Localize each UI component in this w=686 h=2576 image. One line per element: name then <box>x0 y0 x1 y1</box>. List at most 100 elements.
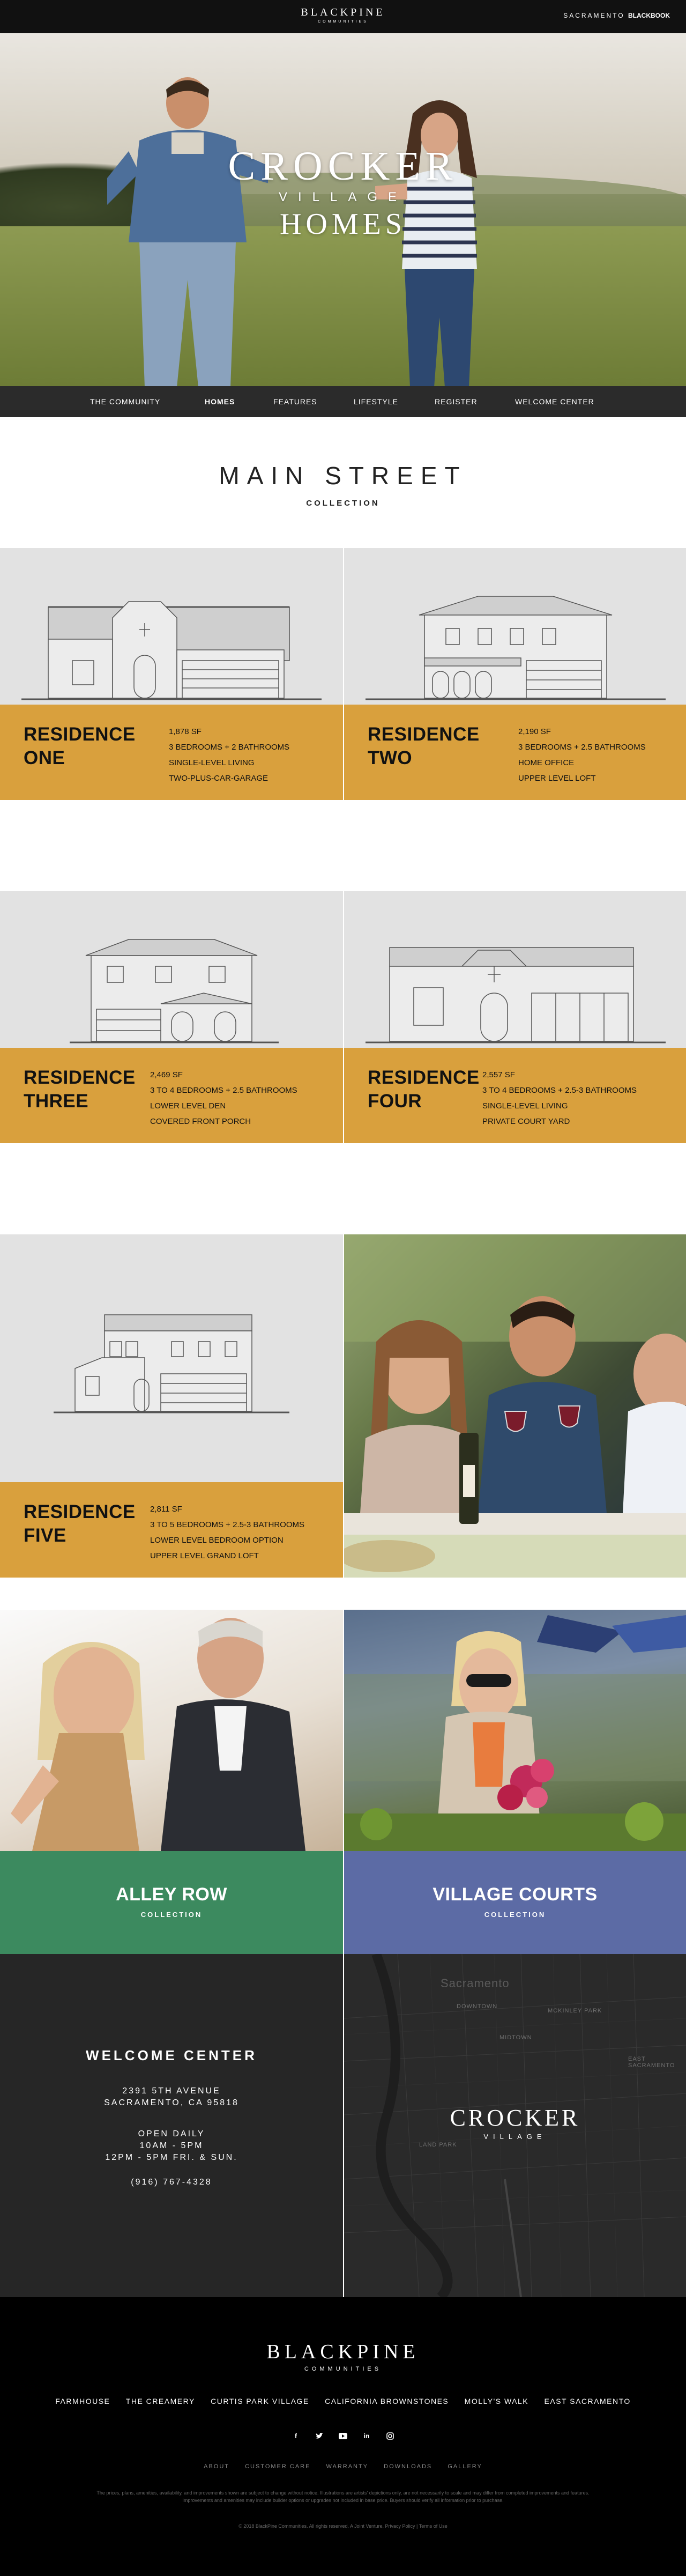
footer-community-link[interactable]: THE CREAMERY <box>126 2397 195 2405</box>
residence-four-title: RESIDENCE FOUR <box>368 1067 480 1112</box>
main-nav: THE COMMUNITY HOMES FEATURES LIFESTYLE R… <box>0 386 686 417</box>
footer-brand-subtitle: COMMUNITIES <box>304 2366 382 2372</box>
footer-brand-name[interactable]: BLACKPINE <box>0 2340 686 2364</box>
residence-two-card[interactable]: RESIDENCE TWO 2,190 SF 3 BEDROOMS + 2.5 … <box>344 548 686 800</box>
residence-spec: 2,190 SF <box>518 727 551 736</box>
residence-spec: COVERED FRONT PORCH <box>150 1117 251 1126</box>
residence-spec: PRIVATE COURT YARD <box>482 1117 570 1126</box>
residence-two-title: RESIDENCE TWO <box>368 724 480 768</box>
residence-spec: 3 BEDROOMS + 2 BATHROOMS <box>169 743 290 752</box>
residence-spec: UPPER LEVEL LOFT <box>518 774 596 783</box>
welcome-address-line-2: SACRAMENTO, CA 95818 <box>104 2098 239 2107</box>
map-crocker-village-logo: CROCKER VILLAGE <box>344 2104 686 2141</box>
brand-subtitle: COMMUNITIES <box>318 20 368 24</box>
map-city-label: Sacramento <box>441 1977 510 1990</box>
residence-two-elevation-drawing <box>366 596 666 700</box>
welcome-hours-label: OPEN DAILY <box>138 2129 205 2138</box>
hero-image: CROCKER VILLAGE HOMES <box>0 33 686 386</box>
footer-link[interactable]: ABOUT <box>204 2463 229 2470</box>
residence-five-specs: 2,811 SF 3 TO 5 BEDROOMS + 2.5-3 BATHROO… <box>150 1501 304 1564</box>
map-label: MIDTOWN <box>499 2034 532 2041</box>
footer-links: ABOUT CUSTOMER CARE WARRANTY DOWNLOADS G… <box>0 2463 686 2470</box>
nav-homes[interactable]: HOMES <box>205 397 235 406</box>
map-logo-crocker: CROCKER <box>450 2105 580 2131</box>
footer-community-link[interactable]: CALIFORNIA BROWNSTONES <box>325 2397 449 2405</box>
residence-four-card[interactable]: RESIDENCE FOUR 2,557 SF 3 TO 4 BEDROOMS … <box>344 891 686 1143</box>
residence-five-elevation-drawing <box>54 1314 289 1413</box>
village-courts-subtitle: COLLECTION <box>484 1911 546 1919</box>
village-courts-photo <box>344 1610 686 1851</box>
welcome-hours-weekend: 12PM - 5PM FRI. & SUN. <box>105 2153 238 2162</box>
residence-spec: 3 TO 5 BEDROOMS + 2.5-3 BATHROOMS <box>150 1520 304 1529</box>
village-courts-collection-button[interactable]: VILLAGE COURTS COLLECTION <box>344 1851 686 1954</box>
facebook-icon[interactable]: f <box>289 2429 303 2443</box>
residence-five-info: RESIDENCE FIVE 2,811 SF 3 TO 5 BEDROOMS … <box>0 1482 343 1578</box>
map-logo-village: VILLAGE <box>483 2133 547 2141</box>
footer-social: f in <box>0 2429 686 2443</box>
youtube-icon[interactable] <box>336 2429 350 2443</box>
residence-spec: LOWER LEVEL DEN <box>150 1101 226 1111</box>
footer-community-link[interactable]: CURTIS PARK VILLAGE <box>211 2397 309 2405</box>
alley-row-title: ALLEY ROW <box>116 1884 227 1905</box>
residence-spec: 3 TO 4 BEDROOMS + 2.5-3 BATHROOMS <box>482 1086 637 1095</box>
nav-welcome-center[interactable]: WELCOME CENTER <box>515 397 594 406</box>
map-label: EAST SACRAMENTO <box>628 2056 675 2069</box>
top-bar: BLACKPINE COMMUNITIES SACRAMENTO BLACKBO… <box>0 0 686 33</box>
residence-four-info: RESIDENCE FOUR 2,557 SF 3 TO 4 BEDROOMS … <box>344 1048 686 1143</box>
lifestyle-dinner-photo <box>344 1234 686 1578</box>
instagram-icon[interactable] <box>383 2429 397 2443</box>
residence-spec: TWO-PLUS-CAR-GARAGE <box>169 774 269 783</box>
residence-spec: 2,469 SF <box>150 1070 183 1079</box>
residence-three-elevation-drawing <box>70 939 279 1043</box>
residence-spec: 3 TO 4 BEDROOMS + 2.5 BATHROOMS <box>150 1086 297 1095</box>
footer-link[interactable]: GALLERY <box>448 2463 482 2470</box>
footer-community-link[interactable]: FARMHOUSE <box>55 2397 110 2405</box>
nav-lifestyle[interactable]: LIFESTYLE <box>354 397 398 406</box>
residence-spec: SINGLE-LEVEL LIVING <box>169 758 255 767</box>
residence-five-title: RESIDENCE FIVE <box>24 1501 136 1546</box>
residence-spec: 1,878 SF <box>169 727 202 736</box>
residence-two-specs: 2,190 SF 3 BEDROOMS + 2.5 BATHROOMS HOME… <box>518 724 646 786</box>
residence-one-info: RESIDENCE ONE 1,878 SF 3 BEDROOMS + 2 BA… <box>0 705 343 800</box>
footer-legal-text: The prices, plans, amenities, availabili… <box>96 2490 590 2503</box>
map-label: MCKINLEY PARK <box>548 2008 602 2014</box>
alley-row-photo <box>0 1610 343 1851</box>
residence-spec: HOME OFFICE <box>518 758 575 767</box>
welcome-center-title: WELCOME CENTER <box>86 2047 257 2063</box>
footer-community-link[interactable]: EAST SACRAMENTO <box>545 2397 631 2405</box>
residence-spec: 3 BEDROOMS + 2.5 BATHROOMS <box>518 743 646 752</box>
footer-copyright: © 2018 BlackPine Communities. All rights… <box>238 2523 448 2529</box>
section-title: MAIN STREET COLLECTION <box>0 461 686 508</box>
footer-link[interactable]: CUSTOMER CARE <box>245 2463 310 2470</box>
footer-link[interactable]: WARRANTY <box>326 2463 369 2470</box>
linkedin-icon[interactable]: in <box>360 2429 374 2443</box>
welcome-phone-link[interactable]: (916) 767-4328 <box>0 2177 343 2188</box>
footer-link[interactable]: DOWNLOADS <box>384 2463 432 2470</box>
nav-register[interactable]: REGISTER <box>435 397 478 406</box>
alley-row-subtitle: COLLECTION <box>140 1911 203 1919</box>
village-courts-title: VILLAGE COURTS <box>433 1884 598 1905</box>
residence-spec: 2,811 SF <box>150 1505 182 1514</box>
residence-three-card[interactable]: RESIDENCE THREE 2,469 SF 3 TO 4 BEDROOMS… <box>0 891 343 1143</box>
map-label: LAND PARK <box>419 2142 457 2148</box>
footer: BLACKPINE COMMUNITIES FARMHOUSE THE CREA… <box>0 2297 686 2576</box>
residence-three-specs: 2,469 SF 3 TO 4 BEDROOMS + 2.5 BATHROOMS… <box>150 1067 297 1129</box>
section-subheading: COLLECTION <box>306 499 380 508</box>
hero-title: CROCKER VILLAGE HOMES <box>0 146 686 241</box>
residence-one-card[interactable]: RESIDENCE ONE 1,878 SF 3 BEDROOMS + 2 BA… <box>0 548 343 800</box>
residence-five-card[interactable]: RESIDENCE FIVE 2,811 SF 3 TO 5 BEDROOMS … <box>0 1234 343 1578</box>
residence-one-specs: 1,878 SF 3 BEDROOMS + 2 BATHROOMS SINGLE… <box>169 724 289 786</box>
nav-the-community[interactable]: THE COMMUNITY <box>90 397 160 406</box>
welcome-hours-weekday: 10AM - 5PM <box>139 2141 204 2150</box>
twitter-icon[interactable] <box>312 2429 326 2443</box>
hero-title-homes: HOMES <box>279 208 407 241</box>
section-heading: MAIN STREET <box>219 462 467 490</box>
residence-three-title: RESIDENCE THREE <box>24 1067 136 1112</box>
footer-communities: FARMHOUSE THE CREAMERY CURTIS PARK VILLA… <box>0 2397 686 2405</box>
location-map[interactable]: Sacramento DOWNTOWN MIDTOWN MCKINLEY PAR… <box>344 1954 686 2297</box>
region-label: SACRAMENTO <box>563 12 625 19</box>
footer-community-link[interactable]: MOLLY'S WALK <box>465 2397 528 2405</box>
region-link[interactable]: SACRAMENTO BLACKBOOK <box>563 12 670 19</box>
alley-row-collection-button[interactable]: ALLEY ROW COLLECTION <box>0 1851 343 1954</box>
nav-features[interactable]: FEATURES <box>273 397 317 406</box>
